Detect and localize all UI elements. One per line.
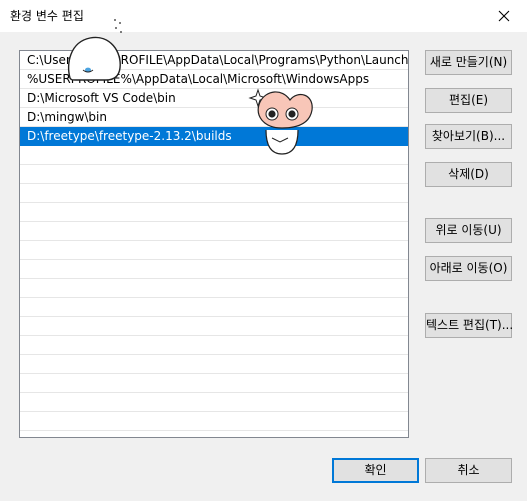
browse-button[interactable]: 찾아보기(B)... bbox=[425, 124, 512, 149]
empty-row bbox=[20, 355, 408, 374]
empty-row bbox=[20, 412, 408, 431]
empty-row bbox=[20, 336, 408, 355]
path-list[interactable]: C:\Users\USERPROFILE\AppData\Local\Progr… bbox=[19, 50, 409, 438]
empty-row bbox=[20, 241, 408, 260]
close-icon bbox=[498, 10, 510, 22]
sparkle-dots-icon bbox=[114, 19, 122, 33]
title-bar: 환경 변수 편집 bbox=[0, 0, 527, 32]
empty-row bbox=[20, 260, 408, 279]
empty-row bbox=[20, 146, 408, 165]
empty-row bbox=[20, 393, 408, 412]
list-item-selected[interactable]: D:\freetype\freetype-2.13.2\builds bbox=[20, 127, 408, 146]
white-blob-character-sticker bbox=[67, 36, 121, 81]
edit-button[interactable]: 편집(E) bbox=[425, 88, 512, 113]
ok-button[interactable]: 확인 bbox=[332, 458, 419, 483]
empty-row bbox=[20, 374, 408, 393]
empty-row bbox=[20, 203, 408, 222]
edit-text-button[interactable]: 텍스트 편집(T)... bbox=[425, 313, 513, 338]
peach-character-sticker bbox=[248, 88, 313, 155]
empty-row bbox=[20, 317, 408, 336]
list-item[interactable]: D:\mingw\bin bbox=[20, 108, 408, 127]
empty-row bbox=[20, 165, 408, 184]
move-down-button[interactable]: 아래로 이동(O) bbox=[425, 256, 512, 281]
empty-row bbox=[20, 279, 408, 298]
cancel-button[interactable]: 취소 bbox=[425, 458, 512, 483]
move-up-button[interactable]: 위로 이동(U) bbox=[425, 218, 512, 243]
new-button[interactable]: 새로 만들기(N) bbox=[425, 50, 512, 75]
close-button[interactable] bbox=[481, 0, 527, 32]
delete-button[interactable]: 삭제(D) bbox=[425, 162, 512, 187]
window-title: 환경 변수 편집 bbox=[10, 9, 84, 23]
empty-row bbox=[20, 222, 408, 241]
empty-row bbox=[20, 298, 408, 317]
list-item[interactable]: D:\Microsoft VS Code\bin bbox=[20, 89, 408, 108]
empty-row bbox=[20, 184, 408, 203]
